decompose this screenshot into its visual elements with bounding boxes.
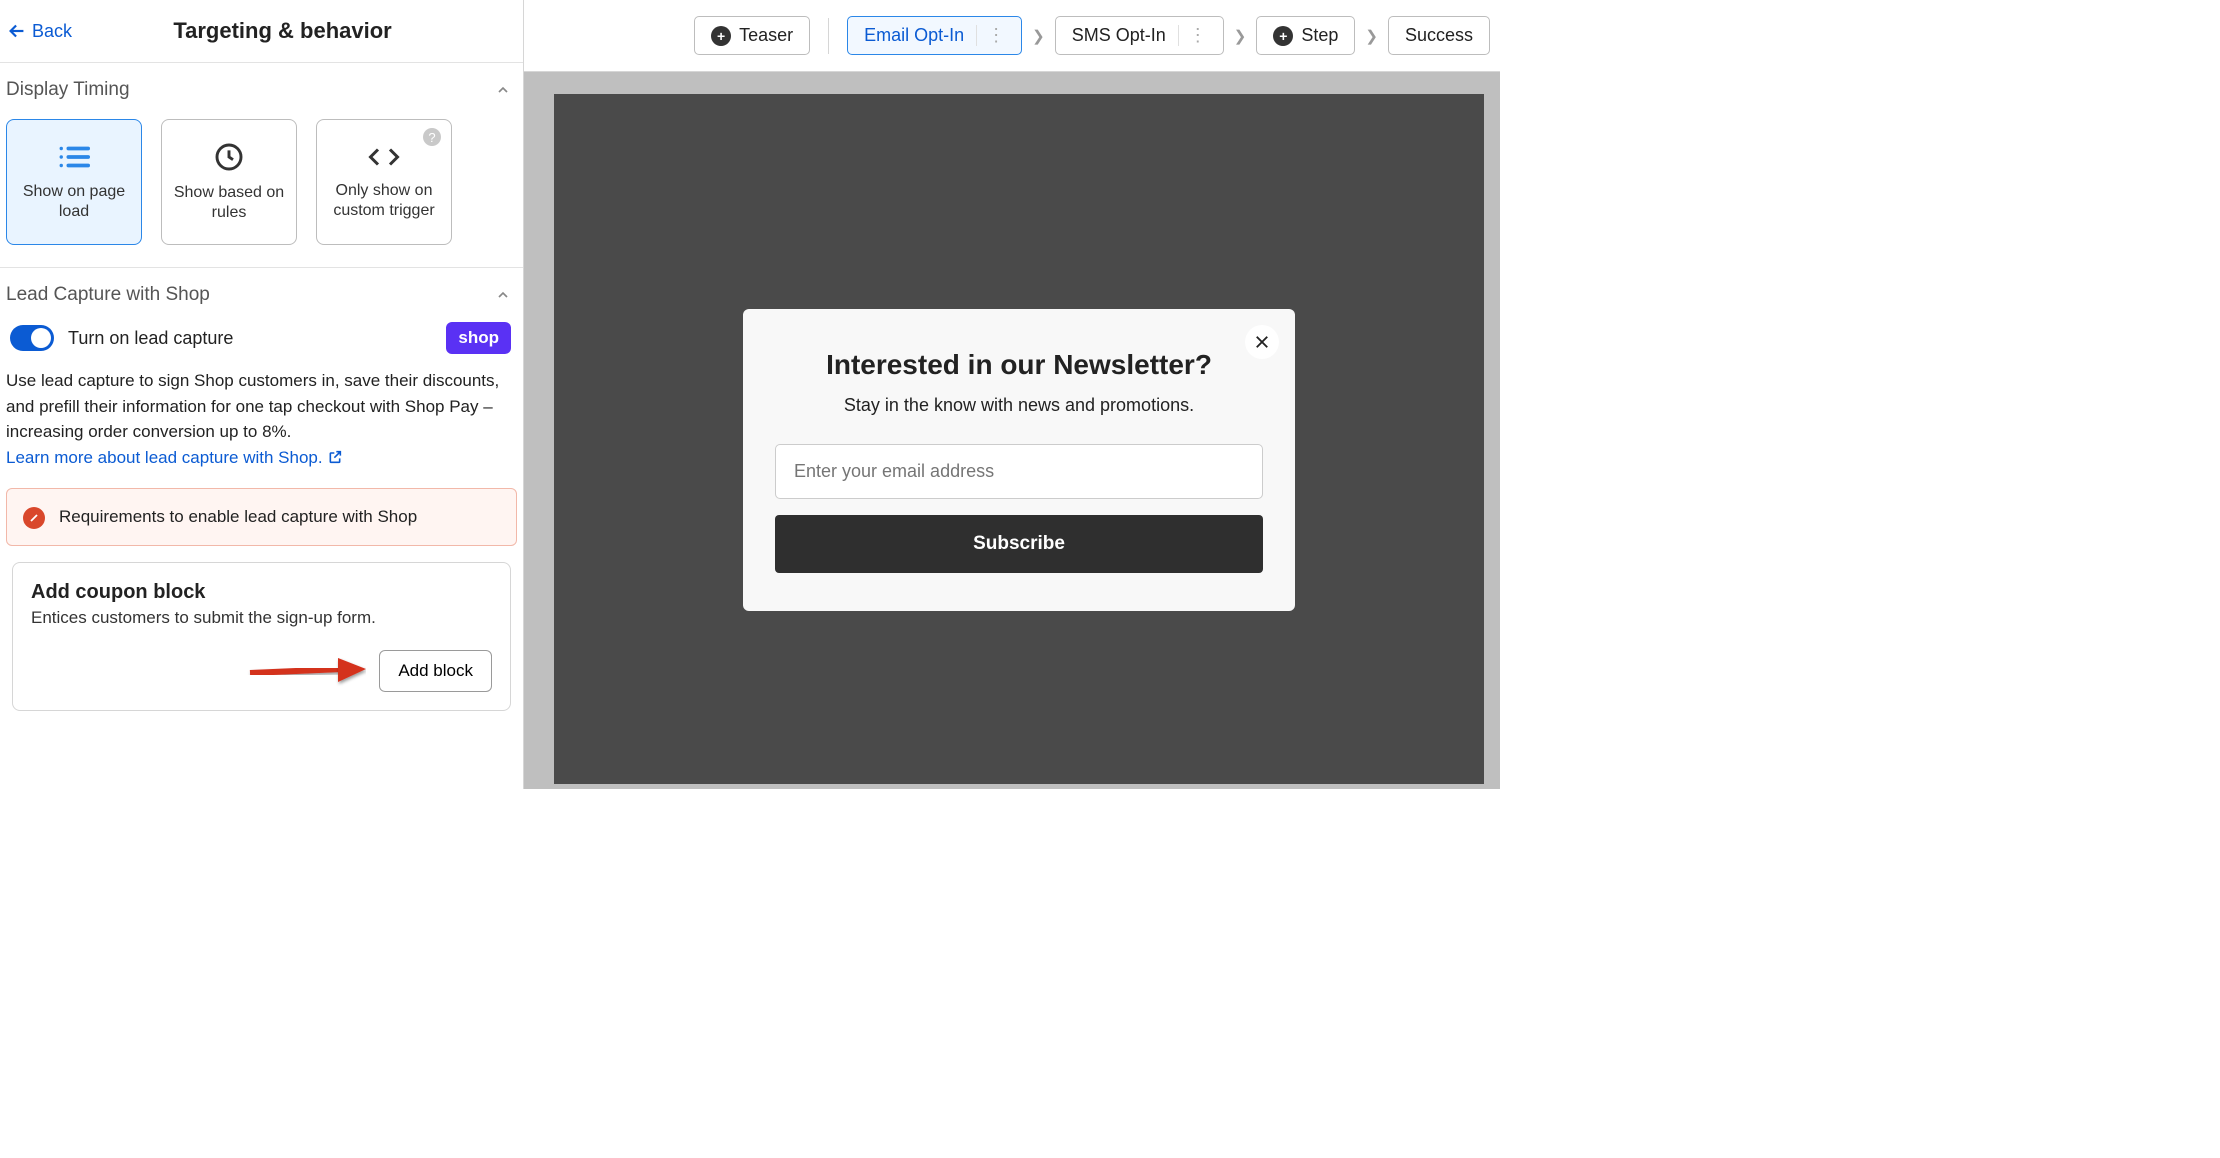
shop-badge: shop — [446, 322, 511, 354]
chevron-right-icon: ❯ — [1234, 27, 1247, 45]
close-button[interactable] — [1245, 325, 1279, 359]
lead-capture-toggle[interactable] — [10, 325, 54, 351]
step-sms-optin[interactable]: SMS Opt-In ⋮ — [1055, 16, 1224, 55]
chevron-up-icon — [495, 287, 511, 303]
preview-canvas: Interested in our Newsletter? Stay in th… — [524, 72, 1500, 789]
timing-option-custom-trigger[interactable]: ? Only show on custom trigger — [316, 119, 452, 245]
timing-label: Show on page load — [13, 182, 135, 222]
newsletter-popup: Interested in our Newsletter? Stay in th… — [743, 309, 1295, 611]
coupon-card: Add coupon block Entices customers to su… — [12, 562, 511, 711]
lead-capture-description-text: Use lead capture to sign Shop customers … — [6, 371, 499, 441]
step-add-step[interactable]: + Step — [1256, 16, 1355, 55]
learn-more-text: Learn more about lead capture with Shop. — [6, 445, 323, 471]
step-label: Success — [1405, 25, 1473, 46]
section-lead-capture: Lead Capture with Shop Turn on lead capt… — [0, 268, 523, 727]
step-label: Teaser — [739, 25, 793, 46]
clock-icon — [213, 141, 245, 173]
preview-backdrop: Interested in our Newsletter? Stay in th… — [554, 94, 1484, 784]
alert-icon — [23, 507, 45, 529]
timing-option-rules[interactable]: Show based on rules — [161, 119, 297, 245]
section-header-lead-capture[interactable]: Lead Capture with Shop — [6, 284, 517, 318]
email-input[interactable] — [775, 444, 1263, 499]
preview-area: + Teaser Email Opt-In ⋮ ❯ SMS Opt-In ⋮ ❯… — [524, 0, 1500, 789]
requirements-alert[interactable]: Requirements to enable lead capture with… — [6, 488, 517, 546]
settings-sidebar: Back Targeting & behavior Display Timing… — [0, 0, 524, 789]
lead-capture-toggle-label: Turn on lead capture — [68, 328, 432, 349]
add-block-button[interactable]: Add block — [379, 650, 492, 692]
kebab-icon[interactable]: ⋮ — [1178, 25, 1207, 46]
lead-capture-description: Use lead capture to sign Shop customers … — [6, 368, 517, 476]
sidebar-header: Back Targeting & behavior — [0, 0, 523, 63]
timing-label: Only show on custom trigger — [323, 181, 445, 221]
step-email-optin[interactable]: Email Opt-In ⋮ — [847, 16, 1022, 55]
chevron-right-icon: ❯ — [1365, 27, 1378, 45]
back-button[interactable]: Back — [4, 20, 72, 42]
plus-circle-icon: + — [1273, 26, 1293, 46]
kebab-icon[interactable]: ⋮ — [976, 25, 1005, 46]
chevron-up-icon — [495, 82, 511, 98]
subscribe-button[interactable]: Subscribe — [775, 515, 1263, 573]
step-label: SMS Opt-In — [1072, 25, 1166, 46]
popup-subtitle: Stay in the know with news and promotion… — [775, 395, 1263, 416]
chevron-right-icon: ❯ — [1032, 27, 1045, 45]
popup-title: Interested in our Newsletter? — [775, 349, 1263, 381]
step-teaser[interactable]: + Teaser — [694, 16, 810, 55]
timing-option-page-load[interactable]: Show on page load — [6, 119, 142, 245]
arrow-left-icon — [6, 20, 28, 42]
timing-label: Show based on rules — [168, 183, 290, 223]
plus-circle-icon: + — [711, 26, 731, 46]
back-label: Back — [32, 21, 72, 42]
annotation-arrow-icon — [246, 658, 366, 688]
section-header-display-timing[interactable]: Display Timing — [6, 79, 517, 113]
stepper-bar: + Teaser Email Opt-In ⋮ ❯ SMS Opt-In ⋮ ❯… — [524, 0, 1500, 72]
alert-text: Requirements to enable lead capture with… — [59, 505, 417, 529]
step-label: Email Opt-In — [864, 25, 964, 46]
code-icon — [366, 143, 402, 171]
section-title: Display Timing — [6, 79, 130, 101]
coupon-title: Add coupon block — [31, 581, 492, 604]
close-icon — [1253, 333, 1271, 351]
stepper-divider — [828, 18, 829, 54]
learn-more-link[interactable]: Learn more about lead capture with Shop. — [6, 445, 343, 471]
coupon-description: Entices customers to submit the sign-up … — [31, 608, 492, 628]
section-title: Lead Capture with Shop — [6, 284, 210, 306]
step-success[interactable]: Success — [1388, 16, 1490, 55]
external-link-icon — [327, 449, 343, 465]
step-label: Step — [1301, 25, 1338, 46]
page-title: Targeting & behavior — [96, 18, 469, 44]
section-display-timing: Display Timing Show on page load Show ba… — [0, 63, 523, 268]
help-icon[interactable]: ? — [423, 128, 441, 146]
list-icon — [57, 142, 91, 172]
